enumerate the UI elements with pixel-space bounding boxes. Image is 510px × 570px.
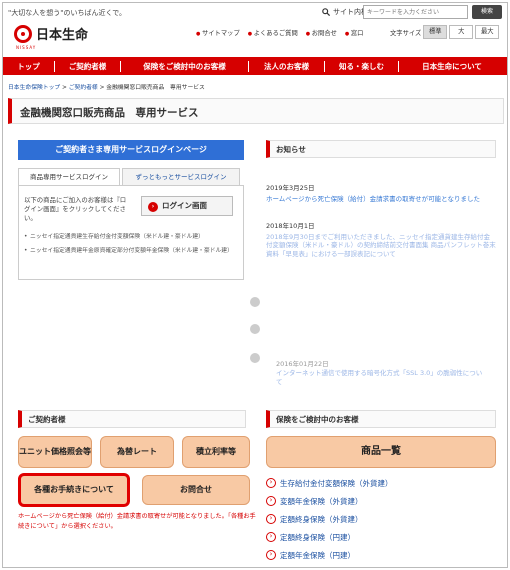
carousel-dot[interactable] (250, 324, 260, 334)
nav-contract-holders[interactable]: ご契約者様 (55, 60, 121, 72)
procedures-button[interactable]: 各種お手続きについて (18, 473, 130, 507)
global-nav: トップ ご契約者様 保険をご検討中のお客様 法人のお客様 知る・楽しむ 日本生命… (3, 57, 507, 75)
news-date: 2016年01月22日 (276, 360, 329, 368)
product-link[interactable]: 定額終身保険（外貨建） (266, 510, 393, 528)
nav-top[interactable]: トップ (3, 60, 55, 72)
logo[interactable]: 日本生命 (14, 24, 88, 43)
tab-zutto-motto-login[interactable]: ずっともっとサービスログイン (122, 168, 240, 186)
carousel-dot[interactable] (250, 353, 260, 363)
nav-about[interactable]: 日本生命について (399, 61, 505, 72)
faq-link[interactable]: よくあるご質問 (248, 28, 298, 37)
notice-text: ホームページから死亡保険（給付）金請求書の取寄せが可能となりました。「各種お手続… (18, 513, 256, 530)
nav-learn-enjoy[interactable]: 知る・楽しむ (325, 60, 399, 72)
product-link[interactable]: 定額年金保険（円建） (266, 546, 393, 564)
contact-link[interactable]: お問合せ (306, 28, 337, 37)
product-list-button[interactable]: 商品一覧 (266, 436, 496, 468)
login-screen-label: ログイン画面 (162, 201, 207, 210)
sitemap-link[interactable]: サイトマップ (196, 28, 240, 37)
login-instructions: 以下の商品にご加入のお客様は『ログイン画面』をクリックしてください。 (24, 196, 127, 222)
product-link[interactable]: 変額年金保険（外貨建） (266, 492, 393, 510)
logo-text: 日本生命 (36, 28, 89, 43)
breadcrumb-contract[interactable]: ご契約者様 (69, 85, 98, 91)
search-icon (322, 8, 330, 16)
news-date: 2019年3月25日 (266, 184, 315, 192)
login-page-button[interactable]: ご契約者さま専用サービスログインページ (18, 140, 244, 160)
nav-corporate[interactable]: 法人のお客様 (249, 60, 325, 72)
list-item: ニッセイ指定通貨建生存給付金付変額保険（米ドル建・豪ドル建） (24, 233, 236, 242)
nav-considering[interactable]: 保険をご検討中のお客様 (121, 60, 249, 72)
considering-heading: 保険をご検討中のお客様 (266, 410, 496, 428)
unit-price-button[interactable]: ユニット価格照会等 (18, 436, 92, 468)
search-button[interactable]: 検索 (472, 5, 502, 19)
utility-links: サイトマップ よくあるご質問 お問合せ 窓口 (196, 28, 364, 37)
login-screen-button[interactable]: › ログイン画面 (141, 196, 233, 216)
news-date: 2018年10月1日 (266, 221, 315, 230)
news-link[interactable]: ホームページから死亡保険（給付）金請求書の取寄せが可能となりました (266, 195, 496, 204)
breadcrumb-home[interactable]: 日本生命保険トップ (8, 85, 60, 91)
font-size-standard[interactable]: 標準 (423, 25, 448, 39)
news-link[interactable]: 2018年9月30日までご利用いただきました、ニッセイ指定通貨建生存給付金付変額… (266, 233, 496, 259)
accumulation-rate-button[interactable]: 積立利率等 (182, 436, 250, 468)
counter-link[interactable]: 窓口 (345, 28, 364, 37)
breadcrumb-current: 金融機関窓口販売商品 専用サービス (106, 85, 205, 91)
product-links: 生存給付金付変額保険（外貨建） 変額年金保険（外貨建） 定額終身保険（外貨建） … (266, 474, 393, 564)
search-input[interactable] (363, 5, 468, 19)
news-heading: お知らせ (266, 140, 496, 158)
font-size-largest[interactable]: 最大 (475, 25, 500, 39)
font-size-large[interactable]: 大 (449, 25, 474, 39)
tab-product-login[interactable]: 商品専用サービスログイン (18, 168, 120, 186)
news-list: 2019年3月25日 ホームページから死亡保険（給付）金請求書の取寄せが可能とな… (266, 168, 496, 258)
arrow-right-icon: › (148, 202, 158, 212)
carousel-dot[interactable] (250, 297, 260, 307)
contract-holders-heading: ご契約者様 (18, 410, 246, 428)
font-size-label: 文字サイズ (390, 29, 422, 37)
product-link[interactable]: 定額終身保険（円建） (266, 528, 393, 546)
list-item: ニッセイ指定通貨建年金原資確定部分付変額年金保険（米ドル建・豪ドル建） (24, 247, 236, 256)
product-link[interactable]: 生存給付金付変額保険（外貨建） (266, 474, 393, 492)
page-title: 金融機関窓口販売商品 専用サービス (8, 98, 504, 124)
inquiry-button[interactable]: お問合せ (142, 475, 250, 505)
font-size-switcher: 文字サイズ 標準 大 最大 (390, 25, 500, 39)
product-bullet-list: ニッセイ指定通貨建生存給付金付変額保険（米ドル建・豪ドル建） ニッセイ指定通貨建… (24, 233, 236, 260)
exchange-rate-button[interactable]: 為替レート (100, 436, 174, 468)
tagline: "大切な人を想う"のいちばん近くで。 (8, 9, 126, 17)
breadcrumb: 日本生命保険トップ > ご契約者様 > 金融機関窓口販売商品 専用サービス (8, 85, 205, 91)
nissay-logo-icon (14, 24, 32, 43)
logo-sub: NISSAY (16, 45, 37, 50)
news-link[interactable]: インターネット通信で使用する暗号化方式「SSL 3.0」の脆弱性について (276, 369, 486, 386)
